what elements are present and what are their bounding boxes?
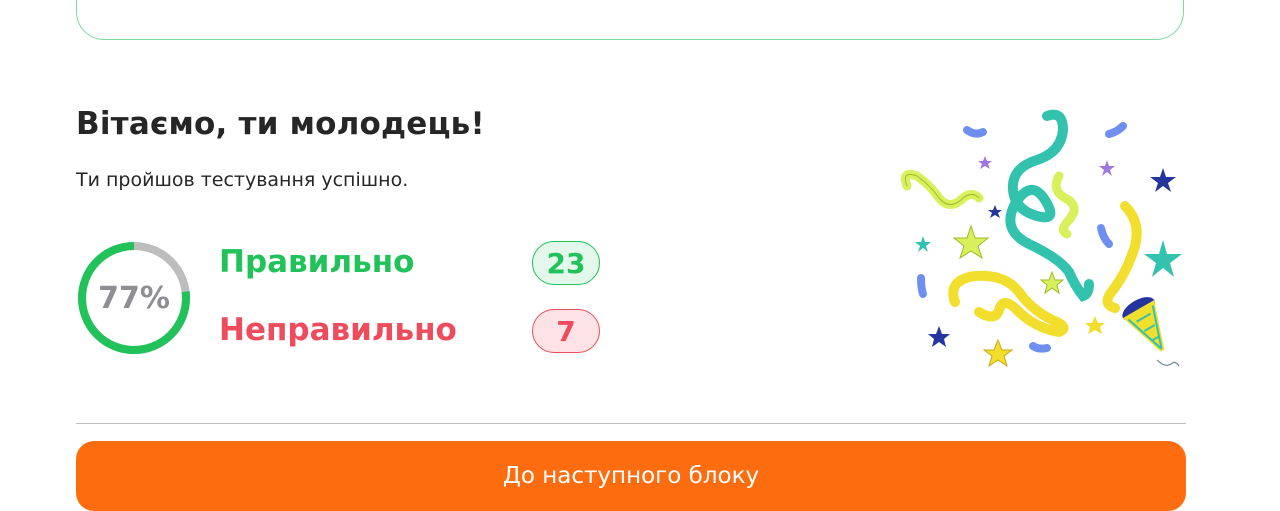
result-title: Вітаємо, ти молодець! <box>76 106 485 142</box>
confetti-party-popper-icon <box>900 109 1182 368</box>
correct-label: Правильно <box>219 244 415 280</box>
correct-count-badge: 23 <box>532 241 600 285</box>
next-block-button[interactable]: До наступного блоку <box>76 441 1186 511</box>
result-subtitle: Ти пройшов тестування успішно. <box>76 169 409 191</box>
score-percent: 77% <box>98 280 170 316</box>
wrong-count-badge: 7 <box>532 309 600 353</box>
previous-question-card <box>76 0 1184 40</box>
section-divider <box>76 423 1186 424</box>
wrong-label: Неправильно <box>219 312 457 348</box>
